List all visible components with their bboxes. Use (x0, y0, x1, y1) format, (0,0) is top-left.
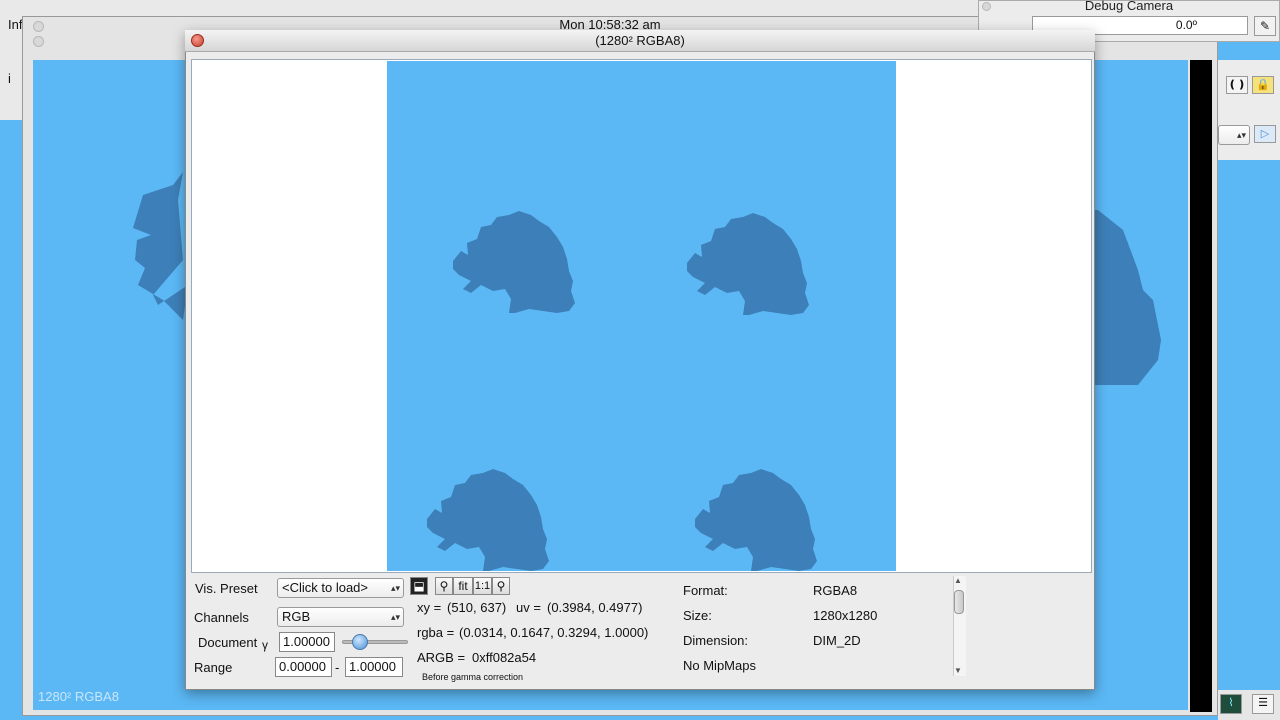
dimension-label: Dimension: (683, 633, 749, 648)
activity-monitor-icon[interactable]: ⌇ (1220, 694, 1242, 714)
channels-label: Channels (194, 610, 249, 625)
channels-value: RGB (282, 609, 311, 624)
play-icon[interactable]: ▷ (1254, 125, 1276, 143)
size-value: 1280x1280 (813, 608, 878, 623)
gamma-slider-thumb[interactable] (352, 634, 368, 650)
mipmaps-status: No MipMaps (683, 658, 756, 673)
scrollbar-thumb[interactable] (954, 590, 964, 614)
channels-select[interactable]: RGB ▴▾ (277, 607, 404, 627)
xy-label: xy = (417, 600, 442, 615)
edit-icon[interactable]: ✎ (1254, 16, 1276, 36)
pin-icon[interactable]: ⚲ (492, 577, 510, 595)
background-window-caption: 1280² RGBA8 (38, 689, 119, 704)
texture-image[interactable] (387, 61, 896, 571)
range-label: Range (194, 660, 233, 675)
chevron-updown-icon: ▴▾ (390, 612, 400, 622)
gamma-symbol: γ (262, 638, 268, 652)
debug-camera-title: Debug Camera (1084, 0, 1174, 13)
right-dropdown[interactable]: ▴▾ (1218, 125, 1250, 145)
background-window-minimize-button[interactable] (33, 36, 44, 47)
size-label: Size: (683, 608, 712, 623)
save-icon[interactable]: ⬓ (410, 577, 428, 595)
document-label: Document (198, 635, 258, 650)
xy-value: (510, 637) (447, 600, 507, 615)
tree-texture-shapes (427, 211, 817, 571)
dimension-value: DIM_2D (813, 633, 861, 648)
range-separator: - (335, 660, 340, 675)
uv-value: (0.3984, 0.4977) (547, 600, 643, 615)
window-title: (1280² RGBA8) (595, 33, 685, 48)
rgba-value: (0.0314, 0.1647, 0.3294, 1.0000) (459, 625, 649, 640)
eyedropper-icon[interactable]: ⚲ (435, 577, 453, 595)
brackets-icon[interactable]: ❪❫ (1226, 76, 1248, 94)
range-max-field[interactable]: 1.00000 (345, 657, 403, 677)
background-window-right-edge (1190, 60, 1212, 712)
vis-preset-value: <Click to load> (282, 580, 368, 595)
right-tool-strip (1218, 60, 1280, 160)
chevron-updown-icon: ▴▾ (390, 583, 400, 593)
argb-value: 0xff082a54 (472, 650, 537, 665)
gamma-field[interactable]: 1.00000 (279, 632, 335, 652)
document-icon[interactable]: ☰ (1252, 694, 1274, 714)
scroll-up-icon[interactable]: ▲ (954, 576, 962, 585)
background-window-fragment-label-2: i (8, 71, 11, 86)
argb-label: ARGB = (417, 650, 466, 665)
lock-icon[interactable]: 🔒 (1252, 76, 1274, 94)
one-to-one-button[interactable]: 1:1 (473, 577, 492, 595)
scroll-down-icon[interactable]: ▼ (954, 666, 962, 675)
vis-preset-label: Vis. Preset (195, 581, 258, 596)
vis-preset-select[interactable]: <Click to load> ▴▾ (277, 578, 404, 598)
format-value: RGBA8 (813, 583, 858, 598)
gamma-note: Before gamma correction (422, 672, 524, 682)
range-min-field[interactable]: 0.00000 (275, 657, 332, 677)
uv-label: uv = (516, 600, 541, 615)
fit-button[interactable]: fit (453, 577, 473, 595)
format-label: Format: (683, 583, 728, 598)
rgba-label: rgba = (417, 625, 455, 640)
